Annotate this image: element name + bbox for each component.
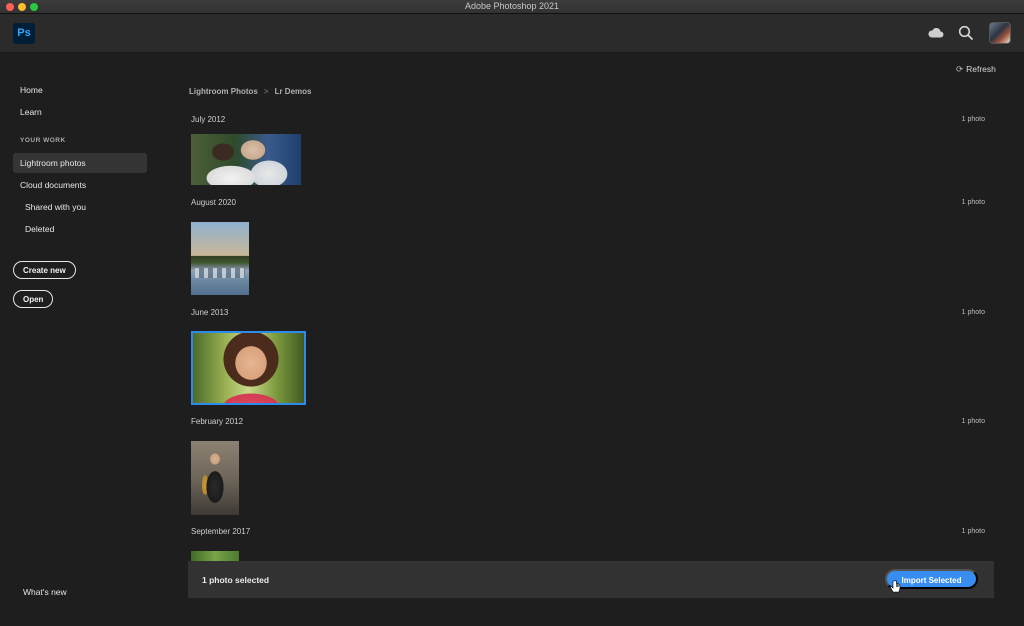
avatar[interactable] [989,22,1011,44]
sidebar-item-lightroom-photos[interactable]: Lightroom photos [20,158,86,168]
photo-thumbnail[interactable] [191,551,239,561]
group-count: 1 photo [961,528,985,535]
breadcrumb: Lightroom Photos > Lr Demos [189,87,311,96]
window-title: Adobe Photoshop 2021 [464,1,560,11]
selection-count: 1 photo selected [202,575,270,585]
group-date: June 2013 [191,308,229,317]
breadcrumb-separator: > [263,87,269,96]
sidebar-item-cloud-documents[interactable]: Cloud documents [20,180,86,190]
whats-new-link[interactable]: What's new [23,587,67,597]
sidebar: Home Learn YOUR WORK Lightroom photos Cl… [0,54,160,626]
photo-thumbnail-selected[interactable] [191,331,306,405]
sidebar-section-your-work: YOUR WORK [20,137,66,144]
open-button[interactable]: Open [13,290,54,308]
refresh-label: Refresh [966,64,996,74]
search-icon[interactable] [957,24,975,42]
group-count: 1 photo [961,199,985,206]
sidebar-item-learn[interactable]: Learn [20,107,42,117]
group-count: 1 photo [961,309,985,316]
cloud-icon[interactable] [927,24,945,42]
photo-thumbnail[interactable] [191,134,301,185]
window-titlebar: Adobe Photoshop 2021 [0,0,1024,14]
app-header: Ps [0,14,1024,53]
refresh-button[interactable]: ⟳ Refresh [956,64,996,75]
group-count: 1 photo [961,116,985,123]
sidebar-item-shared-with-you[interactable]: Shared with you [25,202,86,212]
sidebar-item-home[interactable]: Home [20,85,43,95]
photoshop-logo[interactable]: Ps [13,23,35,44]
photo-image [193,333,304,403]
group-count: 1 photo [961,418,985,425]
photo-thumbnail[interactable] [191,222,249,295]
sidebar-item-deleted[interactable]: Deleted [25,224,54,234]
refresh-icon: ⟳ [956,64,964,74]
group-date: September 2017 [191,527,251,536]
group-date: February 2012 [191,417,244,426]
group-date: July 2012 [191,115,226,124]
create-new-button[interactable]: Create new [13,261,76,279]
pointer-cursor-icon [890,580,901,593]
photo-thumbnail[interactable] [191,441,239,515]
selection-bar: 1 photo selected Import Selected [188,561,994,598]
group-date: August 2020 [191,198,236,207]
breadcrumb-root[interactable]: Lightroom Photos [189,87,258,96]
breadcrumb-current: Lr Demos [274,87,312,96]
